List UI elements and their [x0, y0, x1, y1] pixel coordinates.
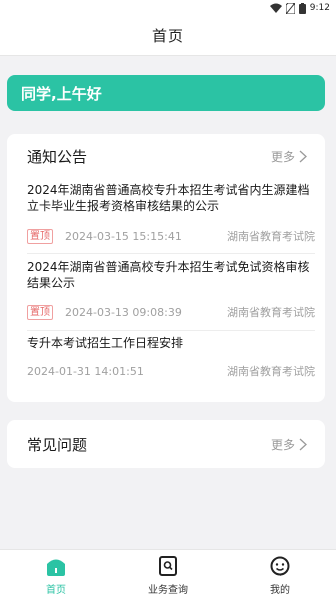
tab-profile-label: 我的 [270, 585, 290, 594]
page-title: 首页 [151, 27, 184, 45]
tab-home[interactable]: 首页 [0, 550, 112, 594]
notice-more-link[interactable]: 更多 [271, 148, 307, 165]
home-icon [45, 556, 67, 576]
profile-icon [269, 556, 291, 576]
tab-home-label: 首页 [46, 585, 66, 594]
notice-item[interactable]: 专升本考试招生工作日程安排 2024-01-31 14:01:51 湖南省教育考… [27, 335, 315, 395]
battery-icon [298, 2, 306, 14]
status-bar: 9:12 [0, 0, 336, 16]
faq-card[interactable]: 常见问题 更多 [7, 420, 325, 468]
notice-item-title: 2024年湖南省普通高校专升本招生考试免试资格审核结果公示 [27, 260, 310, 290]
nav-bar: 首页 [0, 16, 336, 56]
notice-item-source: 湖南省教育考试院 [227, 306, 315, 319]
bottom-tab-bar: 首页 业务查询 我的 [0, 549, 336, 594]
greeting-banner: 同学,上午好 [7, 75, 325, 111]
faq-title: 常见问题 [27, 435, 88, 454]
faq-header: 常见问题 更多 [7, 420, 325, 468]
notice-item-source: 湖南省教育考试院 [227, 365, 315, 378]
notice-title: 通知公告 [27, 147, 88, 166]
notice-item-title: 专升本考试招生工作日程安排 [27, 336, 184, 350]
notice-item-meta: 置顶 2024-03-15 15:15:41 湖南省教育考试院 [27, 228, 315, 244]
notice-item-meta: 2024-01-31 14:01:51 湖南省教育考试院 [27, 363, 315, 379]
notice-item-title: 2024年湖南省普通高校专升本招生考试省内生源建档立卡毕业生报考资格审核结果的公… [27, 183, 310, 213]
notice-more-label: 更多 [270, 149, 295, 164]
notice-item-datetime: 2024-03-15 15:15:41 [65, 229, 182, 243]
pinned-badge: 置顶 [27, 304, 53, 320]
pinned-badge: 置顶 [27, 228, 53, 244]
faq-more-label: 更多 [270, 437, 295, 452]
notice-item-meta: 置顶 2024-03-13 09:08:39 湖南省教育考试院 [27, 304, 315, 320]
notice-item-datetime: 2024-01-31 14:01:51 [27, 364, 144, 378]
notice-item-source: 湖南省教育考试院 [227, 230, 315, 243]
chevron-right-icon [299, 150, 307, 163]
sim-off-icon [285, 2, 295, 14]
notice-item[interactable]: 2024年湖南省普通高校专升本招生考试免试资格审核结果公示 置顶 2024-03… [27, 259, 315, 331]
notice-card: 通知公告 更多 2024年湖南省普通高校专升本招生考试省内生源建档立卡毕业生报考… [7, 134, 325, 402]
tab-business-query[interactable]: 业务查询 [112, 550, 224, 594]
notice-header: 通知公告 更多 [7, 134, 325, 178]
chevron-right-icon [299, 438, 307, 451]
faq-more-link[interactable]: 更多 [271, 436, 307, 453]
greeting-text: 同学,上午好 [21, 84, 102, 103]
tab-profile[interactable]: 我的 [224, 550, 336, 594]
wifi-icon [269, 3, 282, 13]
status-icons: 9:12 [269, 1, 330, 15]
search-doc-icon [159, 556, 177, 576]
tab-business-query-label: 业务查询 [148, 585, 188, 594]
status-time: 9:12 [309, 3, 330, 13]
notice-item[interactable]: 2024年湖南省普通高校专升本招生考试省内生源建档立卡毕业生报考资格审核结果的公… [27, 182, 315, 254]
notice-item-datetime: 2024-03-13 09:08:39 [65, 305, 182, 319]
